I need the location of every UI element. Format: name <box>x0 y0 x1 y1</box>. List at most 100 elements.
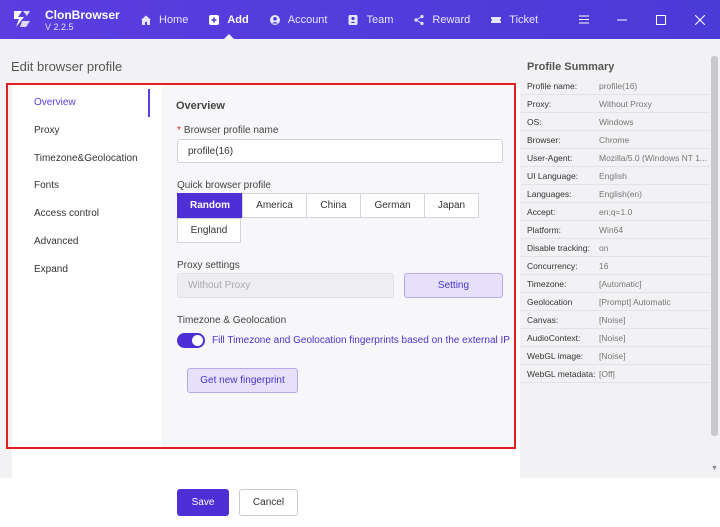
cancel-label: Cancel <box>252 497 285 508</box>
maximize-icon[interactable] <box>649 0 673 39</box>
summary-key: Concurrency: <box>527 261 578 271</box>
quick-option-japan[interactable]: Japan <box>424 193 479 218</box>
summary-value: Mozilla/5.0 (Windows NT 1... <box>599 153 707 163</box>
fingerprint-button-label: Get new fingerprint <box>200 375 285 386</box>
nav-account-label: Account <box>287 13 328 26</box>
profile-name-value: profile(16) <box>188 145 234 157</box>
quick-option-label: England <box>190 225 228 236</box>
summary-key: Timezone: <box>527 279 567 289</box>
summary-key: Proxy: <box>527 99 552 109</box>
nav-ticket-label: Ticket <box>509 13 539 26</box>
sidebar-item-timezone-geolocation[interactable]: Timezone&Geolocation <box>14 144 155 172</box>
menu-icon[interactable] <box>572 0 596 39</box>
quick-option-china[interactable]: China <box>306 193 361 218</box>
summary-key: OS: <box>527 117 542 127</box>
summary-value: [Noise] <box>599 315 626 325</box>
summary-key: Browser: <box>527 135 561 145</box>
summary-row: Browser: Chrome <box>521 131 710 149</box>
summary-row: Geolocation [Prompt] Automatic <box>521 293 710 311</box>
sidebar-item-label: Expand <box>34 263 68 275</box>
profile-name-label-text: Browser profile name <box>183 125 279 136</box>
app-header: ClonBrowser V 2.2.5 Home Add Account Tea… <box>0 0 720 39</box>
proxy-placeholder: Without Proxy <box>188 280 251 291</box>
clonbrowser-logo-icon <box>14 11 30 27</box>
summary-value: English <box>599 171 627 181</box>
summary-value: [Noise] <box>599 333 626 343</box>
summary-key: WebGL image: <box>527 351 584 361</box>
nav-team[interactable]: Team <box>337 0 403 39</box>
proxy-setting-label: Setting <box>437 280 470 291</box>
summary-key: Languages: <box>527 189 572 199</box>
nav-reward-label: Reward <box>432 13 471 26</box>
team-icon <box>348 14 358 25</box>
page-title: Edit browser profile <box>11 59 123 74</box>
save-button[interactable]: Save <box>177 489 229 516</box>
quick-option-german[interactable]: German <box>360 193 425 218</box>
sidebar-item-advanced[interactable]: Advanced <box>14 227 155 255</box>
footer-bar <box>0 478 720 527</box>
summary-scrollbar[interactable] <box>711 56 718 436</box>
summary-key: Canvas: <box>527 315 559 325</box>
summary-key: Geolocation <box>527 297 573 307</box>
sidebar-item-proxy[interactable]: Proxy <box>14 116 155 144</box>
summary-row: Canvas: [Noise] <box>521 311 710 329</box>
summary-row: WebGL metadata: [Off] <box>521 365 710 383</box>
ticket-icon <box>491 16 502 23</box>
app-version: V 2.2.5 <box>45 22 74 32</box>
summary-title: Profile Summary <box>527 61 615 73</box>
summary-key: AudioContext: <box>527 333 581 343</box>
summary-key: Accept: <box>527 207 556 217</box>
sidebar-item-label: Timezone&Geolocation <box>34 152 138 164</box>
summary-row: Concurrency: 16 <box>521 257 710 275</box>
quick-option-england[interactable]: England <box>177 218 241 243</box>
summary-row: Accept: en;q=1.0 <box>521 203 710 221</box>
sidebar-item-label: Fonts <box>34 179 60 191</box>
summary-key: Profile name: <box>527 81 578 91</box>
profile-name-label: * Browser profile name <box>177 125 278 136</box>
timezone-toggle[interactable] <box>177 333 205 348</box>
nav-home[interactable]: Home <box>130 0 198 39</box>
proxy-setting-button[interactable]: Setting <box>404 273 503 298</box>
required-marker: * <box>177 125 181 136</box>
cancel-button[interactable]: Cancel <box>239 489 298 516</box>
nav-reward[interactable]: Reward <box>403 0 480 39</box>
close-icon[interactable] <box>688 0 712 39</box>
summary-value: [Off] <box>599 369 615 379</box>
summary-row: Profile name: profile(16) <box>521 77 710 95</box>
sidebar-item-label: Access control <box>34 207 100 219</box>
summary-value: Win64 <box>599 225 624 235</box>
proxy-input[interactable]: Without Proxy <box>177 273 394 298</box>
get-new-fingerprint-button[interactable]: Get new fingerprint <box>187 368 298 393</box>
summary-value: English(en) <box>599 189 642 199</box>
summary-row: OS: Windows <box>521 113 710 131</box>
summary-row: Timezone: [Automatic] <box>521 275 710 293</box>
sidebar-item-label: Advanced <box>34 235 79 247</box>
nav-home-label: Home <box>159 13 189 26</box>
quick-option-label: China <box>320 200 347 211</box>
nav-ticket[interactable]: Ticket <box>480 0 548 39</box>
sidebar-item-overview[interactable]: Overview <box>14 88 155 117</box>
sidebar-item-fonts[interactable]: Fonts <box>14 171 155 199</box>
summary-value: [Prompt] Automatic <box>599 297 671 307</box>
quick-option-label: German <box>374 200 411 211</box>
app-name: ClonBrowser <box>45 8 120 22</box>
summary-value: Chrome <box>599 135 630 145</box>
summary-row: Disable tracking: on <box>521 239 710 257</box>
nav-team-label: Team <box>366 13 394 26</box>
summary-value: 16 <box>599 261 609 271</box>
profile-name-input[interactable]: profile(16) <box>177 139 503 163</box>
quick-option-america[interactable]: America <box>242 193 307 218</box>
timezone-toggle-label: Fill Timezone and Geolocation fingerprin… <box>212 335 510 346</box>
nav-account[interactable]: Account <box>259 0 338 39</box>
sidebar-item-expand[interactable]: Expand <box>14 255 155 283</box>
minimize-icon[interactable] <box>610 0 634 39</box>
home-icon <box>141 15 151 25</box>
nav-add-label: Add <box>227 13 249 26</box>
summary-value: en;q=1.0 <box>599 207 633 217</box>
nav-add[interactable]: Add <box>198 0 258 39</box>
sidebar-item-access-control[interactable]: Access control <box>14 199 155 227</box>
quick-option-random[interactable]: Random <box>177 193 243 218</box>
summary-row: AudioContext: [Noise] <box>521 329 710 347</box>
user-circle-icon <box>269 14 280 25</box>
scroll-down-arrow-icon[interactable]: ▼ <box>711 465 718 473</box>
